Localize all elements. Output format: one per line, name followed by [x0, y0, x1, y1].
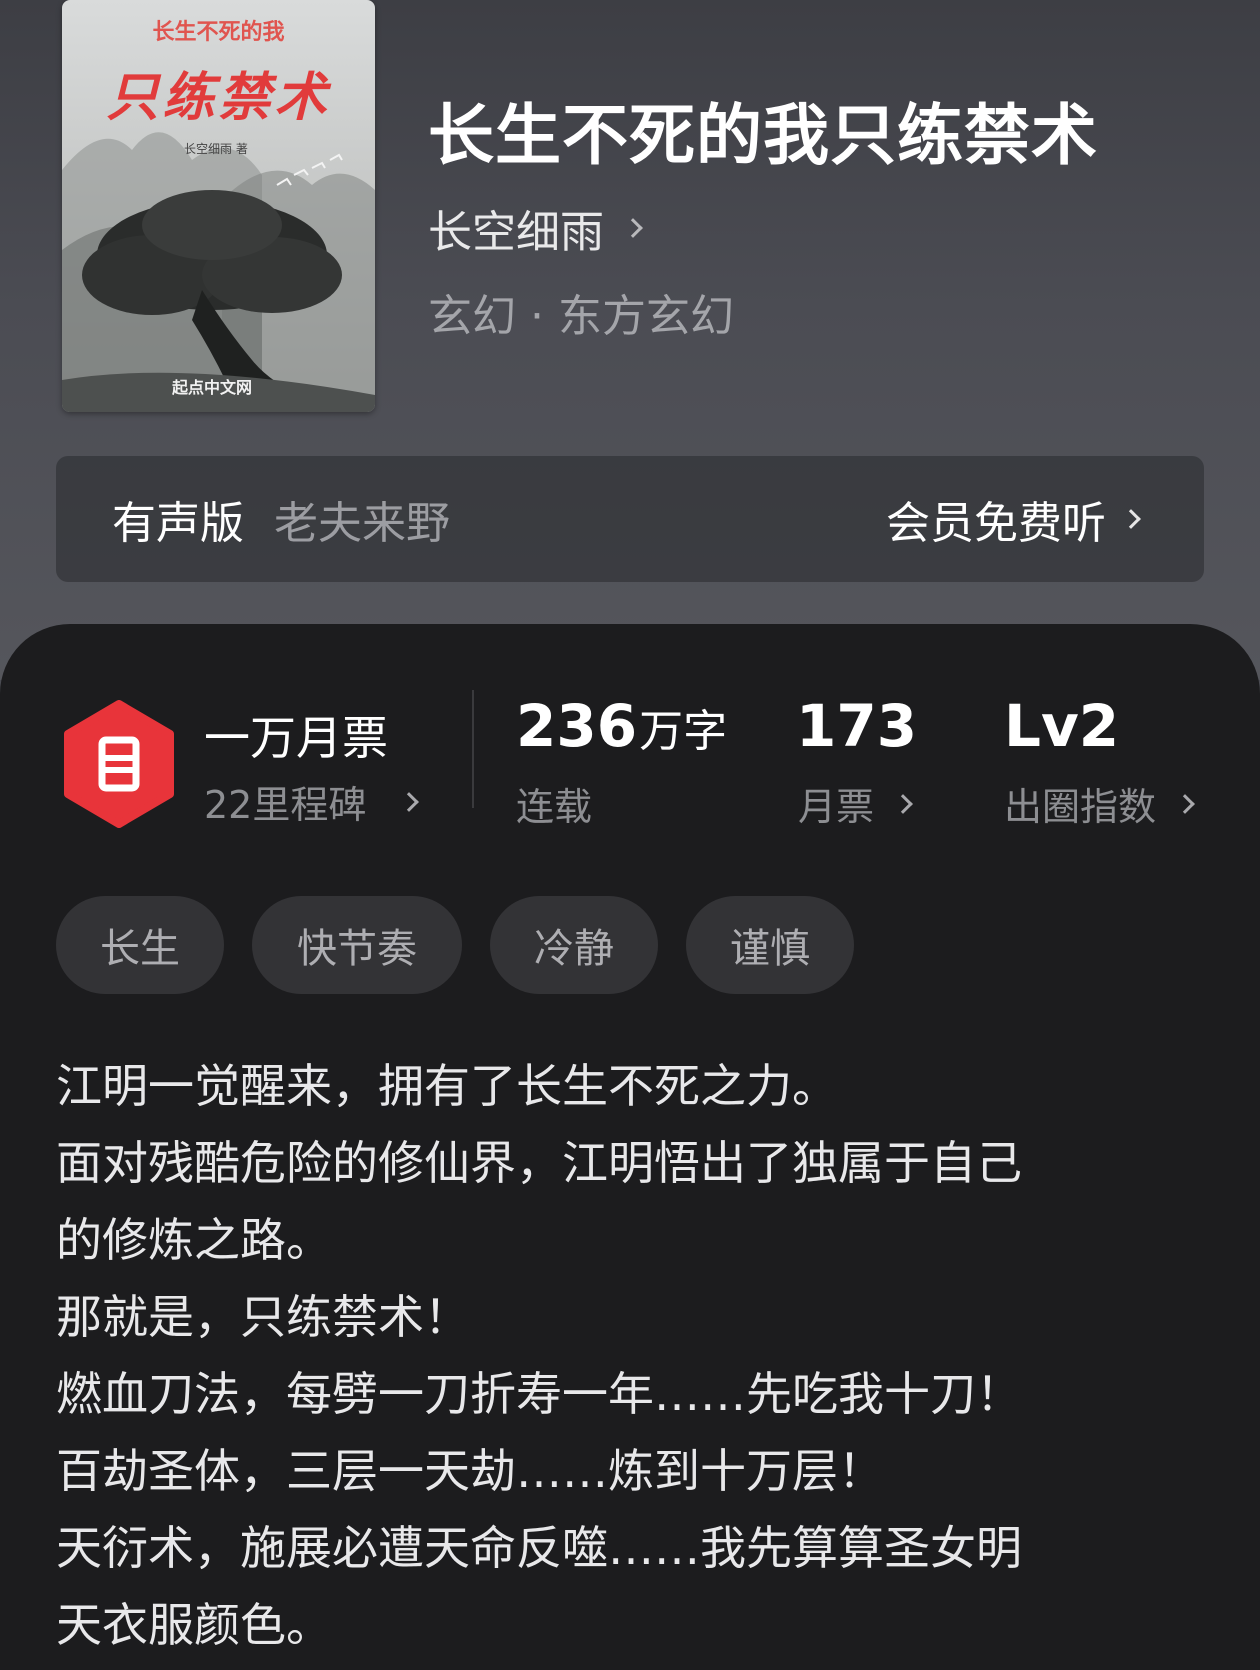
- cover-publisher: 起点中文网: [172, 378, 253, 397]
- description-line: 天衣服颜色。: [56, 1598, 332, 1652]
- tag-list: 长生 快节奏 冷静 谨慎: [56, 896, 854, 994]
- listen-free-label: 会员免费听: [886, 498, 1106, 549]
- chevron-right-icon: [893, 793, 913, 814]
- description-line: 面对残酷危险的修仙界，江明悟出了独属于自己: [56, 1136, 1022, 1190]
- monthly-ticket-value: 173: [796, 692, 918, 760]
- author-link[interactable]: 长空细雨: [428, 196, 643, 260]
- stats-divider: [472, 690, 474, 808]
- description-line: 天衍术，施展必遭天命反噬……我先算算圣女明: [56, 1521, 1022, 1575]
- book-title: 长生不死的我只练禁术: [428, 96, 1098, 174]
- popularity-index-label: 出圈指数: [1004, 785, 1157, 829]
- tag-chip[interactable]: 谨慎: [686, 896, 854, 994]
- cover-main-title: 只练禁术: [106, 67, 331, 128]
- popularity-index-value: Lv2: [1004, 692, 1120, 760]
- description-line: 燃血刀法，每劈一刀折寿一年……先吃我十刀！: [56, 1367, 1022, 1421]
- chevron-right-icon: [1121, 509, 1141, 529]
- genre-label: 玄幻 · 东方玄幻: [428, 291, 734, 342]
- cover-author: 长空细雨 著: [184, 142, 248, 156]
- listen-free-button[interactable]: 会员免费听: [886, 487, 1141, 551]
- milestone-label: 22里程碑: [204, 783, 367, 827]
- book-description[interactable]: 江明一觉醒来，拥有了长生不死之力。 面对残酷危险的修仙界，江明悟出了独属于自己 …: [56, 1048, 1226, 1664]
- tag-chip[interactable]: 快节奏: [252, 896, 462, 994]
- chevron-right-icon: [1175, 793, 1195, 814]
- description-line: 的修炼之路。: [56, 1213, 332, 1267]
- ticket-milestone-title: 一万月票: [204, 711, 388, 765]
- word-count-unit: 万字: [639, 706, 728, 757]
- tag-chip[interactable]: 长生: [56, 896, 224, 994]
- tag-chip[interactable]: 冷静: [490, 896, 658, 994]
- description-line: 江明一觉醒来，拥有了长生不死之力。: [56, 1059, 838, 1113]
- monthly-ticket-label: 月票: [798, 785, 875, 829]
- chevron-right-icon: [399, 791, 420, 812]
- word-count-value: 236万字: [516, 692, 728, 760]
- audiobook-narrator: 老夫来野: [274, 498, 450, 549]
- description-line: 那就是，只练禁术！: [56, 1290, 470, 1344]
- description-line: 百劫圣体，三层一天劫……炼到十万层！: [56, 1444, 884, 1498]
- book-cover[interactable]: 长生不死的我 只练禁术 长空细雨 著 起点中文网: [62, 0, 375, 412]
- serial-status-label: 连载: [516, 785, 593, 829]
- milestone-link[interactable]: 22里程碑: [204, 774, 420, 829]
- audiobook-bar[interactable]: 有声版 老夫来野 会员免费听: [56, 456, 1204, 582]
- monthly-ticket-badge-icon[interactable]: [62, 700, 176, 828]
- chevron-right-icon: [623, 218, 643, 238]
- popularity-index-link[interactable]: 出圈指数: [1004, 776, 1195, 831]
- cover-top-title: 长生不死的我: [152, 19, 285, 45]
- author-name: 长空细雨: [428, 207, 604, 258]
- monthly-ticket-link[interactable]: 月票: [798, 776, 913, 831]
- audiobook-label: 有声版: [112, 498, 244, 549]
